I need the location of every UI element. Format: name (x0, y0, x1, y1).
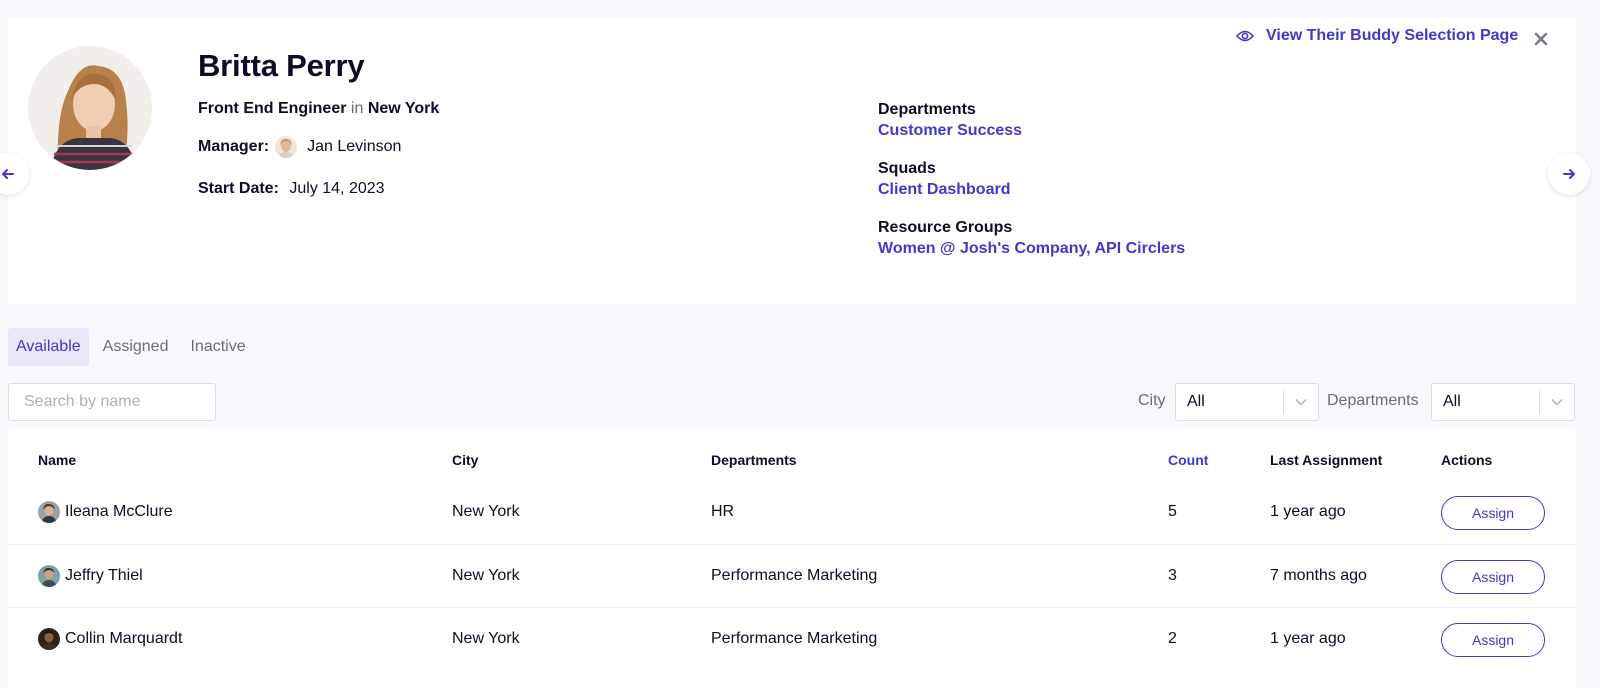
table-row: Collin Marquardt New York Performance Ma… (8, 607, 1576, 671)
tab-bar: Available Assigned Inactive (8, 328, 260, 366)
resource-groups-group: Resource Groups Women @ Josh's Company, … (878, 218, 1185, 260)
eye-icon (1236, 30, 1254, 42)
last-assignment-cell: 1 year ago (1270, 630, 1346, 647)
squads-label: Squads (878, 160, 936, 177)
column-header-name: Name (38, 452, 77, 468)
name-cell: Ileana McClure (38, 501, 173, 523)
profile-avatar (28, 46, 152, 170)
chevron-down-icon (1540, 398, 1574, 406)
column-header-count[interactable]: Count (1168, 452, 1208, 468)
departments-filter-select[interactable]: All (1431, 383, 1575, 421)
profile-card: Britta Perry Front End Engineer in New Y… (0, 18, 1590, 304)
city-filter-select[interactable]: All (1175, 383, 1319, 421)
column-header-last-assignment: Last Assignment (1270, 452, 1383, 468)
city-cell: New York (452, 503, 520, 520)
next-person-button[interactable] (1548, 153, 1590, 195)
count-cell: 5 (1168, 503, 1177, 520)
previous-person-button[interactable] (0, 153, 29, 195)
start-date: July 14, 2023 (289, 180, 385, 197)
city-cell: New York (452, 567, 520, 584)
job-title: Front End Engineer (198, 100, 347, 117)
column-header-departments: Departments (711, 452, 797, 468)
department-cell: Performance Marketing (711, 567, 878, 584)
column-header-city: City (452, 452, 479, 468)
assign-button[interactable]: Assign (1441, 496, 1545, 530)
row-avatar (38, 501, 60, 523)
row-name: Jeffry Thiel (65, 567, 143, 584)
city-filter-value: All (1187, 393, 1205, 410)
assign-button[interactable]: Assign (1441, 623, 1545, 657)
departments-link[interactable]: Customer Success (878, 119, 1185, 142)
table-row: Ileana McClure New York HR 5 1 year ago … (8, 481, 1576, 544)
count-cell: 3 (1168, 567, 1177, 584)
table-row: Jeffry Thiel New York Performance Market… (8, 544, 1576, 608)
start-date-line: Start Date: July 14, 2023 (198, 180, 385, 198)
role-connector: in (350, 100, 364, 117)
manager-name: Jan Levinson (307, 138, 402, 155)
squads-group: Squads Client Dashboard (878, 159, 1185, 201)
departments-filter-label: Departments (1327, 392, 1419, 409)
resource-groups-label: Resource Groups (878, 219, 1013, 236)
departments-filter-value: All (1443, 393, 1461, 410)
arrow-left-icon (2, 169, 14, 179)
view-buddy-selection-label: View Their Buddy Selection Page (1266, 27, 1519, 44)
row-avatar (38, 565, 60, 587)
tab-inactive[interactable]: Inactive (182, 328, 253, 366)
last-assignment-cell: 7 months ago (1270, 567, 1367, 584)
department-cell: HR (711, 503, 735, 520)
departments-label: Departments (878, 101, 976, 118)
city-filter-label: City (1138, 392, 1166, 409)
chevron-down-icon (1284, 398, 1318, 406)
start-date-label: Start Date: (198, 180, 279, 197)
resource-groups-link[interactable]: Women @ Josh's Company, API Circlers (878, 237, 1185, 260)
assign-button[interactable]: Assign (1441, 560, 1545, 594)
profile-meta: Departments Customer Success Squads Clie… (878, 100, 1185, 277)
buddies-table: Name City Departments Count Last Assignm… (8, 428, 1576, 688)
role-location: Front End Engineer in New York (198, 100, 439, 118)
last-assignment-cell: 1 year ago (1270, 503, 1346, 520)
department-cell: Performance Marketing (711, 630, 878, 647)
manager-label: Manager: (198, 138, 270, 155)
name-cell: Collin Marquardt (38, 628, 182, 650)
name-cell: Jeffry Thiel (38, 565, 143, 587)
close-button[interactable] (1534, 28, 1548, 50)
row-name: Collin Marquardt (65, 630, 183, 647)
manager-avatar (275, 136, 298, 158)
count-cell: 2 (1168, 630, 1177, 647)
view-buddy-selection-link[interactable]: View Their Buddy Selection Page (1236, 27, 1518, 45)
arrow-right-icon (1563, 169, 1575, 179)
row-name: Ileana McClure (65, 503, 173, 520)
close-icon (1534, 32, 1548, 46)
departments-group: Departments Customer Success (878, 100, 1185, 142)
tab-assigned[interactable]: Assigned (95, 328, 177, 366)
row-avatar (38, 628, 60, 650)
location: New York (367, 100, 440, 117)
person-name: Britta Perry (198, 48, 365, 83)
squads-link[interactable]: Client Dashboard (878, 178, 1185, 201)
manager-line: Manager: Jan Levinson (198, 136, 401, 158)
tab-available[interactable]: Available (8, 328, 89, 366)
column-header-actions: Actions (1441, 452, 1493, 468)
city-cell: New York (452, 630, 520, 647)
search-input[interactable] (8, 383, 216, 421)
